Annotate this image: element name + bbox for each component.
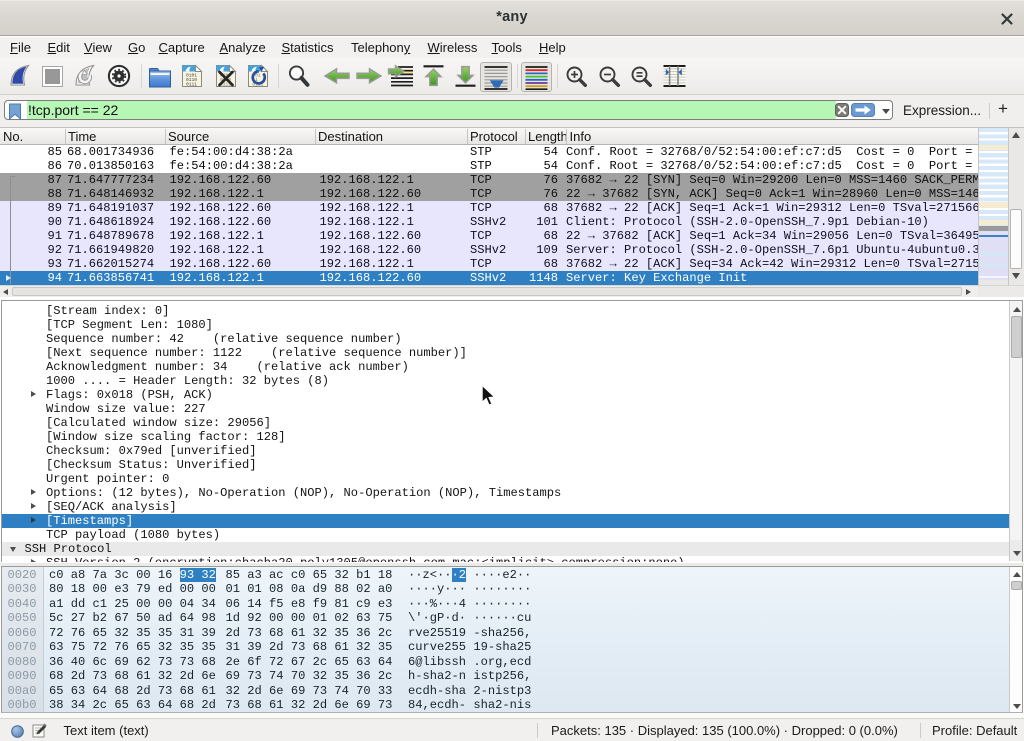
svg-text:0111: 0111 xyxy=(186,81,197,87)
